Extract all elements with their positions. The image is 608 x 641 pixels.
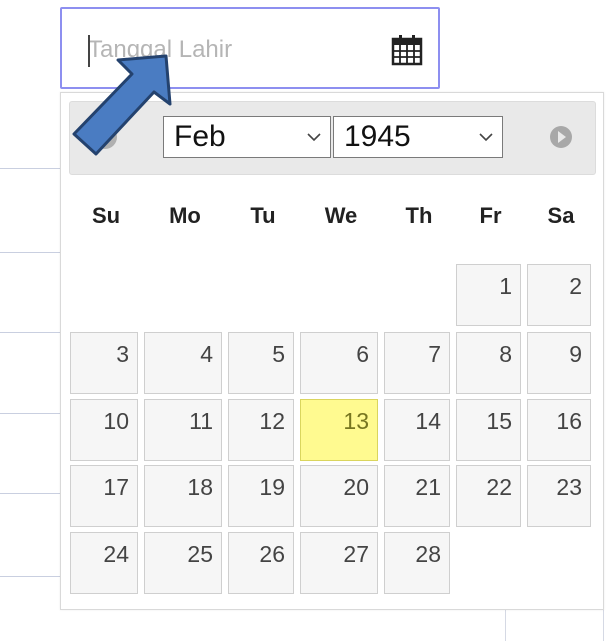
calendar-day[interactable]: 28 — [384, 532, 450, 594]
birthdate-field[interactable] — [60, 7, 440, 89]
calendar-day[interactable]: 25 — [144, 532, 222, 594]
bg-divider — [0, 413, 62, 414]
bg-divider — [0, 332, 62, 333]
calendar-day[interactable]: 4 — [144, 332, 222, 394]
next-icon[interactable] — [546, 122, 576, 152]
calendar-day[interactable]: 2 — [527, 264, 591, 326]
calendar-day[interactable]: 23 — [527, 465, 591, 527]
calendar-day[interactable]: 21 — [384, 465, 450, 527]
text-caret — [88, 35, 90, 67]
calendar-day[interactable]: 24 — [70, 532, 138, 594]
weekday-label: Su — [91, 203, 121, 228]
weekday-label: Th — [405, 203, 433, 228]
birthdate-input[interactable] — [88, 33, 368, 67]
calendar-day[interactable]: 11 — [144, 399, 222, 461]
chevron-down-icon — [307, 133, 321, 142]
bg-vdivider — [505, 610, 506, 641]
bg-divider — [0, 576, 62, 577]
month-select-value: Feb — [174, 120, 226, 153]
prev-icon[interactable] — [90, 122, 120, 152]
datepicker: Feb 1945 Su Mo Tu We Th Fr Sa 1 2 3 4 5 6 7 8 9 10 11 12 1… — [60, 92, 604, 610]
calendar-day[interactable]: 5 — [228, 332, 294, 394]
calendar-day[interactable]: 1 — [456, 264, 521, 326]
weekday-label: Tu — [250, 203, 276, 228]
calendar-day[interactable]: 16 — [527, 399, 591, 461]
weekday-label: Fr — [479, 203, 502, 228]
year-select[interactable]: 1945 — [333, 116, 503, 158]
calendar-day[interactable]: 18 — [144, 465, 222, 527]
chevron-down-icon — [479, 133, 493, 142]
calendar-day[interactable]: 6 — [300, 332, 378, 394]
datepicker-header: Feb 1945 — [69, 101, 596, 175]
weekday-label: Sa — [547, 203, 575, 228]
calendar-day[interactable]: 10 — [70, 399, 138, 461]
calendar-day[interactable]: 9 — [527, 332, 591, 394]
calendar-day[interactable]: 14 — [384, 399, 450, 461]
month-select[interactable]: Feb — [163, 116, 331, 158]
weekday-label: We — [324, 203, 358, 228]
calendar-day[interactable]: 12 — [228, 399, 294, 461]
calendar-day-today[interactable]: 13 — [300, 399, 378, 461]
calendar-icon[interactable] — [390, 33, 424, 67]
year-select-value: 1945 — [344, 120, 411, 153]
bg-divider — [0, 252, 62, 253]
bg-divider — [0, 493, 62, 494]
calendar-day[interactable]: 8 — [456, 332, 521, 394]
calendar-day[interactable]: 7 — [384, 332, 450, 394]
bg-divider — [0, 168, 62, 169]
calendar-day[interactable]: 27 — [300, 532, 378, 594]
calendar-day[interactable]: 22 — [456, 465, 521, 527]
calendar-day[interactable]: 26 — [228, 532, 294, 594]
weekday-label: Mo — [169, 203, 201, 228]
calendar-day[interactable]: 19 — [228, 465, 294, 527]
calendar-day[interactable]: 3 — [70, 332, 138, 394]
calendar-day[interactable]: 15 — [456, 399, 521, 461]
calendar-day[interactable]: 20 — [300, 465, 378, 527]
calendar-day[interactable]: 17 — [70, 465, 138, 527]
